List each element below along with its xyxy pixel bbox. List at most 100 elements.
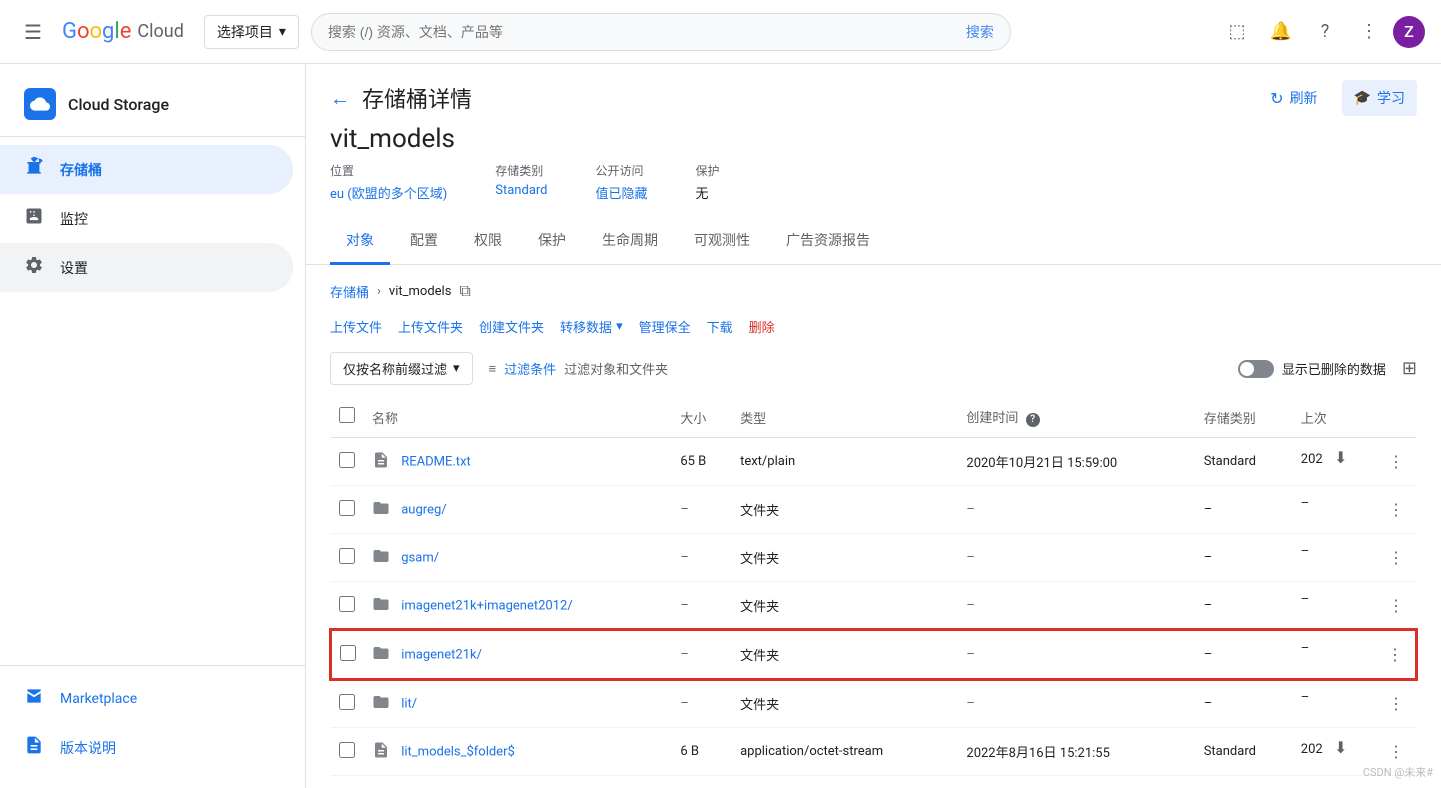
- back-button[interactable]: ←: [330, 86, 350, 111]
- topnav-icons: ⬚ 🔔 ? ⋮ Z: [1217, 12, 1425, 52]
- row-select-checkbox[interactable]: [339, 694, 355, 710]
- row-select-checkbox[interactable]: [340, 645, 356, 661]
- breadcrumb-current: vit_models: [389, 284, 452, 299]
- row-checkbox: [331, 582, 364, 631]
- file-link[interactable]: imagenet21k/: [401, 647, 482, 662]
- file-link[interactable]: README.txt: [401, 454, 471, 469]
- cloud-text: Cloud: [137, 21, 183, 42]
- filter-input-placeholder[interactable]: 过滤对象和文件夹: [564, 359, 668, 378]
- sidebar-item-marketplace[interactable]: Marketplace: [0, 674, 293, 723]
- filter-bar: 仅按名称前缀过滤 ▾ ≡ 过滤条件 过滤对象和文件夹 显示已删除的数据 ⊞: [330, 352, 1417, 385]
- bucket-meta: 位置 eu (欧盟的多个区域) 存储类别 Standard 公开访问 值已隐藏 …: [306, 158, 1441, 218]
- row-select-checkbox[interactable]: [339, 548, 355, 564]
- learn-button[interactable]: 🎓 学习: [1342, 80, 1417, 116]
- select-all-checkbox[interactable]: [339, 407, 355, 423]
- file-link[interactable]: augreg/: [401, 502, 446, 517]
- dropdown-icon: ▾: [279, 23, 286, 40]
- row-more-button[interactable]: ⋮: [1384, 544, 1408, 571]
- file-link[interactable]: lit_models_$folder$: [401, 744, 515, 759]
- row-created-cell: 2020年10月21日 15:59:00: [958, 438, 1195, 486]
- search-input[interactable]: [328, 24, 958, 40]
- row-more-button[interactable]: ⋮: [1384, 592, 1408, 619]
- row-created-cell: –: [958, 679, 1195, 728]
- meta-protection: 保护 无: [696, 162, 720, 202]
- row-more-button[interactable]: ⋮: [1383, 641, 1407, 668]
- upload-folder-button[interactable]: 上传文件夹: [398, 317, 463, 336]
- meta-access: 公开访问 值已隐藏: [596, 162, 648, 202]
- tab-permissions[interactable]: 权限: [458, 218, 518, 265]
- transfer-data-button[interactable]: 转移数据 ▾: [560, 317, 623, 336]
- row-checkbox: [331, 776, 364, 788]
- sidebar-item-monitoring[interactable]: 监控: [0, 194, 293, 243]
- filter-conditions[interactable]: ≡ 过滤条件 过滤对象和文件夹: [489, 359, 669, 378]
- manage-protection-button[interactable]: 管理保全: [639, 317, 691, 336]
- row-more-button[interactable]: ⋮: [1384, 690, 1408, 717]
- row-checkbox: [331, 486, 364, 534]
- access-value: 值已隐藏: [596, 183, 648, 202]
- release-notes-icon: [24, 735, 44, 760]
- upload-file-button[interactable]: 上传文件: [330, 317, 382, 336]
- location-label: 位置: [330, 162, 447, 179]
- sidebar-item-settings[interactable]: 设置: [0, 243, 293, 292]
- tab-objects[interactable]: 对象: [330, 218, 390, 265]
- delete-button[interactable]: 删除: [749, 317, 775, 336]
- transfer-dropdown-icon: ▾: [616, 319, 623, 334]
- page-header-left: ← 存储桶详情: [330, 82, 472, 114]
- col-created-label: 创建时间: [966, 411, 1018, 426]
- logo: Google Cloud: [62, 19, 184, 44]
- type-label: 存储类别: [495, 162, 547, 179]
- col-name: 名称: [364, 397, 672, 438]
- breadcrumb-root[interactable]: 存储桶: [330, 282, 369, 301]
- row-more-button[interactable]: ⋮: [1384, 738, 1408, 765]
- deleted-data-toggle[interactable]: [1238, 360, 1274, 378]
- tab-config[interactable]: 配置: [394, 218, 454, 265]
- notifications-icon-button[interactable]: 🔔: [1261, 12, 1301, 52]
- page-title: 存储桶详情: [362, 82, 472, 114]
- row-download-button[interactable]: ⬇: [1334, 738, 1347, 757]
- filter-prefix-button[interactable]: 仅按名称前缀过滤 ▾: [330, 352, 473, 385]
- monitoring-icon: [24, 206, 44, 231]
- row-more-button[interactable]: ⋮: [1384, 448, 1408, 475]
- row-storage-class-cell: Standard: [1196, 728, 1293, 776]
- row-more-button[interactable]: ⋮: [1384, 496, 1408, 523]
- tab-lifecycle[interactable]: 生命周期: [586, 218, 674, 265]
- search-button[interactable]: 搜索: [966, 22, 994, 42]
- row-last-cell: – ⋮: [1293, 486, 1416, 534]
- row-last-cell: – ⋮: [1293, 534, 1416, 582]
- grid-view-icon[interactable]: ⊞: [1402, 358, 1417, 379]
- refresh-icon: ↻: [1270, 89, 1283, 108]
- sidebar-item-label: 设置: [60, 258, 88, 278]
- menu-icon[interactable]: ☰: [16, 12, 50, 52]
- row-size-cell: –: [672, 582, 732, 631]
- help-icon-button[interactable]: ?: [1305, 12, 1345, 52]
- table-row: lit_models_$folder$ 6 B application/octe…: [331, 728, 1416, 776]
- more-options-icon-button[interactable]: ⋮: [1349, 12, 1389, 52]
- row-select-checkbox[interactable]: [339, 500, 355, 516]
- file-link[interactable]: imagenet21k+imagenet2012/: [401, 598, 572, 613]
- row-select-checkbox[interactable]: [339, 452, 355, 468]
- file-link[interactable]: gsam/: [401, 550, 439, 565]
- filter-prefix-dropdown-icon: ▾: [453, 361, 460, 376]
- sidebar-item-release-notes[interactable]: 版本说明: [0, 723, 293, 772]
- table-row: imagenet21k+imagenet2012/ – 文件夹 – – – ⋮: [331, 582, 1416, 631]
- row-name-cell: lit_models_$folder$: [364, 728, 672, 776]
- row-last-cell: 202 ⬇ ⋮: [1293, 438, 1416, 486]
- create-folder-button[interactable]: 创建文件夹: [479, 317, 544, 336]
- project-selector-button[interactable]: 选择项目 ▾: [204, 15, 299, 49]
- shell-icon-button[interactable]: ⬚: [1217, 12, 1257, 52]
- help-icon: ?: [1026, 413, 1040, 427]
- avatar[interactable]: Z: [1393, 16, 1425, 48]
- download-button[interactable]: 下载: [707, 317, 733, 336]
- tab-observability[interactable]: 可观测性: [678, 218, 766, 265]
- file-link[interactable]: lit/: [401, 696, 417, 711]
- row-select-checkbox[interactable]: [339, 596, 355, 612]
- copy-icon[interactable]: ⧉: [459, 281, 470, 301]
- refresh-button[interactable]: ↻ 刷新: [1258, 80, 1329, 116]
- row-download-button[interactable]: ⬇: [1334, 448, 1347, 467]
- toggle-container: 显示已删除的数据 ⊞: [1238, 358, 1417, 379]
- tabs: 对象 配置 权限 保护 生命周期 可观测性 广告资源报告: [306, 218, 1441, 265]
- row-select-checkbox[interactable]: [339, 742, 355, 758]
- sidebar-item-buckets[interactable]: 存储桶: [0, 145, 293, 194]
- tab-ads[interactable]: 广告资源报告: [770, 218, 886, 265]
- tab-protection[interactable]: 保护: [522, 218, 582, 265]
